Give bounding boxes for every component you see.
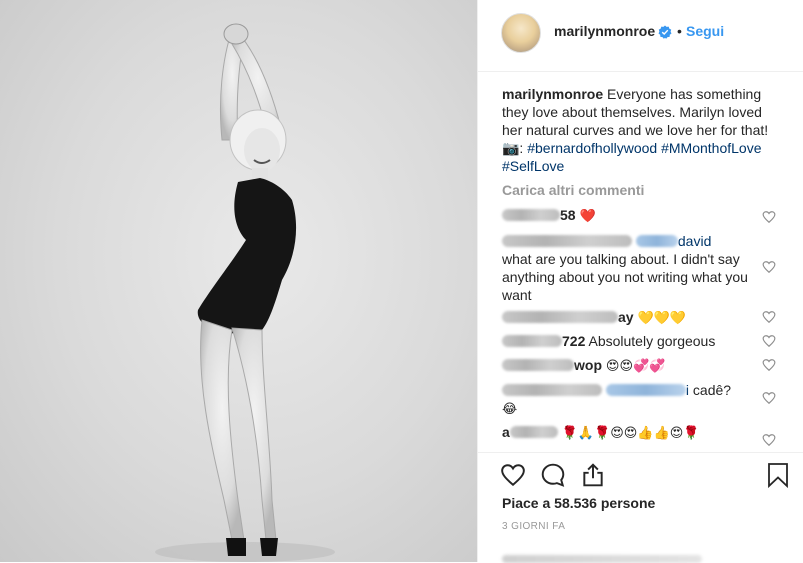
- heart-icon[interactable]: [500, 462, 526, 488]
- avatar[interactable]: [501, 13, 541, 53]
- blurred-username: [502, 359, 574, 371]
- mention-suffix[interactable]: i: [686, 382, 689, 398]
- heart-icon[interactable]: [762, 433, 776, 447]
- comment-item: ay 💛💛💛: [502, 308, 752, 328]
- hashtag-link[interactable]: #SelfLove: [502, 158, 564, 174]
- comment-bubble-icon[interactable]: [540, 462, 566, 488]
- comment-username-suffix: ay: [618, 309, 634, 325]
- comment-username-prefix: a: [502, 424, 510, 440]
- post-username[interactable]: marilynmonroe: [554, 23, 655, 39]
- blurred-username: [502, 384, 602, 396]
- comment-username-suffix: 722: [562, 333, 586, 349]
- comment-username-suffix: wop: [574, 357, 602, 373]
- blurred-username: [502, 311, 618, 323]
- load-more-comments-link[interactable]: Carica altri commenti: [502, 182, 644, 198]
- post-actions-bar: Piace a 58.536 persone 3 GIORNI FA: [478, 452, 803, 563]
- comment-username-suffix: 58: [560, 207, 576, 223]
- post-photo[interactable]: [0, 0, 477, 562]
- blurred-mention: [635, 235, 678, 247]
- follow-button[interactable]: Segui: [686, 23, 724, 39]
- comment-item: i cadê? 😂: [502, 381, 752, 419]
- blurred-username: [509, 426, 558, 438]
- comment-item: 722 Absolutely gorgeous: [502, 332, 752, 350]
- comment-item: wop 😍😍💞💞: [502, 356, 752, 376]
- comment-item: david what are you talking about. I didn…: [502, 232, 752, 304]
- mention-suffix[interactable]: david: [678, 233, 711, 249]
- post-caption: marilynmonroe Everyone has something the…: [502, 85, 782, 175]
- caption-username[interactable]: marilynmonroe: [502, 86, 603, 102]
- bookmark-icon[interactable]: [766, 462, 790, 488]
- verified-badge-icon: [658, 25, 672, 39]
- blurred-username: [502, 235, 632, 247]
- hashtag-link[interactable]: #bernardofhollywood: [527, 140, 657, 156]
- comment-emoji: 🌹🙏🌹😍😍👍👍😍🌹: [561, 426, 700, 441]
- header-separator: •: [677, 23, 682, 39]
- comment-emoji: 😂: [502, 402, 518, 417]
- share-icon[interactable]: [580, 462, 606, 488]
- heart-icon[interactable]: [762, 310, 776, 324]
- comment-emoji: 💛💛💛: [637, 311, 687, 326]
- heart-icon[interactable]: [762, 334, 776, 348]
- post-timestamp[interactable]: 3 GIORNI FA: [502, 521, 565, 532]
- comment-item: a 🌹🙏🌹😍😍👍👍😍🌹: [502, 423, 752, 443]
- likes-count[interactable]: Piace a 58.536 persone: [502, 495, 655, 511]
- comment-emoji: 😍😍💞💞: [605, 359, 666, 374]
- heart-icon[interactable]: [762, 210, 776, 224]
- comment-emoji: ❤️: [579, 209, 596, 224]
- post-header: marilynmonroe • Segui: [478, 0, 803, 72]
- heart-icon[interactable]: [762, 358, 776, 372]
- hashtag-link[interactable]: #MMonthofLove: [661, 140, 761, 156]
- comment-text: Absolutely gorgeous: [588, 333, 716, 349]
- post-details-panel: marilynmonroe • Segui marilynmonroe Ever…: [477, 0, 803, 563]
- blurred-username: [502, 335, 562, 347]
- blurred-mention: [605, 384, 686, 396]
- comment-text: what are you talking about. I didn't say…: [502, 251, 748, 303]
- heart-icon[interactable]: [762, 391, 776, 405]
- comment-item: 58 ❤️: [502, 206, 752, 226]
- blurred-username: [502, 209, 560, 221]
- comments-scroll-area[interactable]: marilynmonroe Everyone has something the…: [478, 72, 803, 452]
- heart-icon[interactable]: [762, 260, 776, 274]
- woman-in-swimsuit-photo: [155, 23, 335, 562]
- comment-text: cadê?: [692, 382, 732, 398]
